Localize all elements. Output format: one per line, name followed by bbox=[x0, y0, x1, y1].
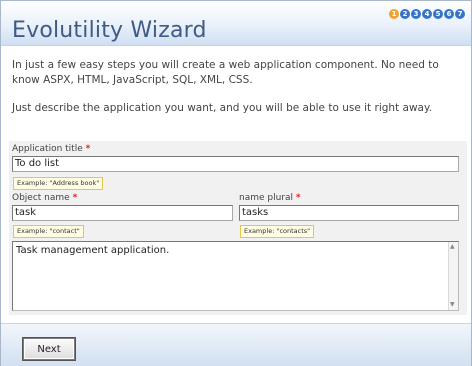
wizard-header: Evolutility Wizard 1 2 3 4 5 6 7 bbox=[1, 1, 471, 46]
required-mark: * bbox=[72, 193, 78, 203]
step-indicator: 1 2 3 4 5 6 7 bbox=[389, 9, 465, 19]
step-7[interactable]: 7 bbox=[455, 9, 465, 19]
object-name-input[interactable]: task bbox=[12, 205, 233, 221]
wizard-footer: Next bbox=[1, 323, 471, 366]
scroll-up-arrow-icon[interactable]: ▲ bbox=[450, 244, 455, 250]
wizard-form: Application title * To do list Example: … bbox=[9, 141, 467, 315]
name-plural-label: name plural * bbox=[239, 193, 301, 203]
step-4[interactable]: 4 bbox=[422, 9, 432, 19]
intro-line-2: Just describe the application you want, … bbox=[12, 102, 433, 114]
intro-text: In just a few easy steps you will create… bbox=[12, 58, 467, 130]
app-title-label-text: Application title bbox=[12, 144, 83, 154]
description-text: Task management application. bbox=[16, 245, 170, 256]
name-plural-input[interactable]: tasks bbox=[239, 205, 459, 221]
step-5[interactable]: 5 bbox=[433, 9, 443, 19]
step-2[interactable]: 2 bbox=[400, 9, 410, 19]
app-title-input[interactable]: To do list bbox=[12, 156, 459, 172]
textarea-scrollbar[interactable]: ▲ ▼ bbox=[448, 242, 458, 310]
intro-line-1: In just a few easy steps you will create… bbox=[12, 59, 439, 86]
object-name-hint: Example: "contact" bbox=[13, 225, 84, 238]
step-6[interactable]: 6 bbox=[444, 9, 454, 19]
name-plural-hint: Example: "contacts" bbox=[240, 225, 315, 238]
next-button[interactable]: Next bbox=[23, 338, 75, 360]
step-3[interactable]: 3 bbox=[411, 9, 421, 19]
object-name-label: Object name * bbox=[12, 193, 77, 203]
required-mark: * bbox=[85, 144, 91, 154]
description-textarea[interactable]: Task management application. ▲ ▼ bbox=[12, 241, 459, 311]
wizard-panel: Evolutility Wizard 1 2 3 4 5 6 7 In just… bbox=[0, 0, 472, 366]
step-1[interactable]: 1 bbox=[389, 9, 399, 19]
name-plural-label-text: name plural bbox=[239, 193, 294, 203]
object-name-label-text: Object name bbox=[12, 193, 70, 203]
app-title-label: Application title * bbox=[12, 144, 90, 154]
app-title-hint: Example: "Address book" bbox=[13, 177, 104, 190]
scroll-down-arrow-icon[interactable]: ▼ bbox=[450, 302, 455, 308]
page-title: Evolutility Wizard bbox=[12, 18, 207, 43]
required-mark: * bbox=[295, 193, 301, 203]
